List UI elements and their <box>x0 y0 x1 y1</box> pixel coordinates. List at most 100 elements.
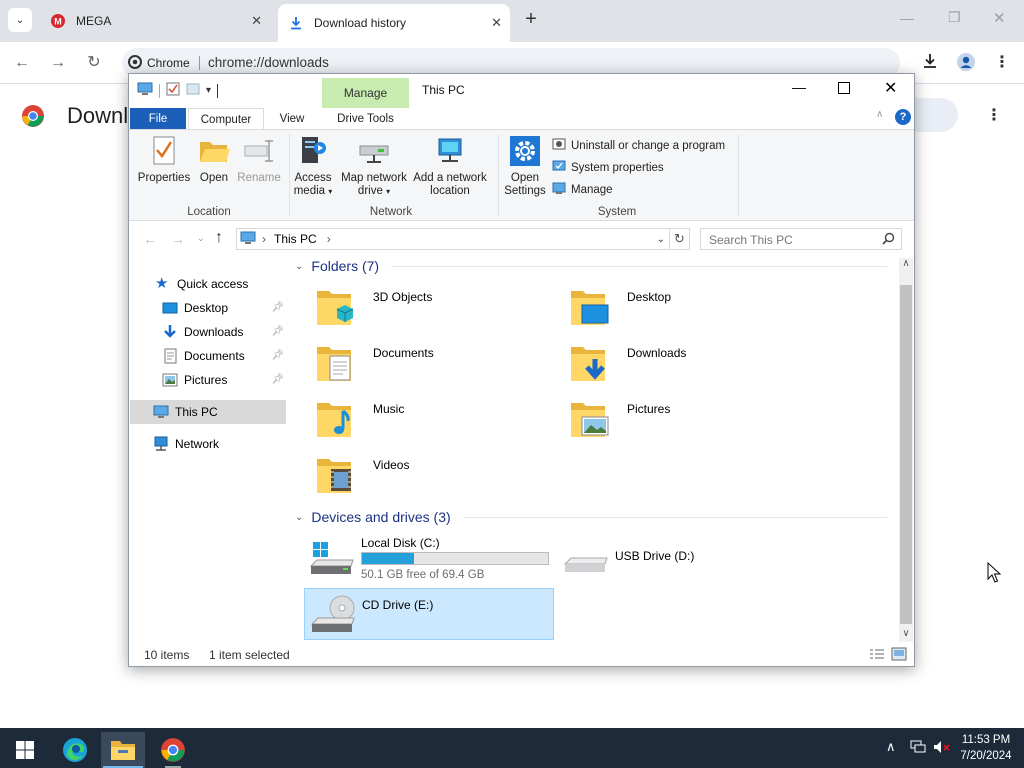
status-selection: 1 item selected <box>209 648 290 662</box>
drive-cd-e-selected[interactable]: CD Drive (E:) <box>304 588 554 640</box>
nav-this-pc[interactable]: This PC <box>153 401 218 423</box>
drive-c-usage-bar <box>361 552 549 565</box>
local-disk-icon <box>307 540 355 583</box>
tab-computer[interactable]: Computer <box>188 108 264 130</box>
close-icon[interactable]: ✕ <box>491 15 502 31</box>
folder-desktop[interactable]: Desktop <box>569 285 819 335</box>
nav-documents[interactable]: Documents 📌︎ <box>162 345 284 367</box>
nav-quick-access[interactable]: ★ Quick access <box>155 273 248 295</box>
properties-button[interactable]: Properties <box>137 134 191 185</box>
reload-button[interactable]: ↻ <box>84 53 104 73</box>
nav-downloads[interactable]: Downloads 📌︎ <box>162 321 284 343</box>
desktop-folder-icon <box>569 285 611 329</box>
scroll-up-arrow[interactable]: ∧ <box>899 258 913 272</box>
manage-context-tab[interactable]: Manage <box>322 78 409 108</box>
minimize-button[interactable]: — <box>900 10 914 26</box>
downloads-button[interactable] <box>920 53 940 73</box>
properties-icon[interactable] <box>166 82 180 99</box>
tab-search-button[interactable]: ⌄ <box>8 8 32 32</box>
folder-downloads[interactable]: Downloads <box>569 341 819 391</box>
mega-icon: M <box>50 13 66 29</box>
back-button[interactable]: ← <box>12 53 32 73</box>
tab-file[interactable]: File <box>130 108 186 130</box>
content-scrollbar[interactable]: ∧ ∨ <box>899 258 913 642</box>
drive-usb-d[interactable]: USB Drive (D:) <box>561 534 811 582</box>
new-tab-button[interactable]: + <box>520 9 542 31</box>
rename-button[interactable]: Rename <box>235 134 283 185</box>
network-group-label: Network <box>369 206 413 218</box>
folders-section-header[interactable]: ⌄ Folders (7) <box>295 258 379 274</box>
refresh-button[interactable]: ↻ <box>670 228 690 250</box>
new-folder-icon[interactable] <box>186 82 200 99</box>
forward-nav-button[interactable]: → <box>171 231 185 247</box>
system-properties-link[interactable]: System properties <box>552 159 664 176</box>
file-explorer-taskbar-button[interactable] <box>101 732 145 768</box>
3d-objects-icon <box>315 285 357 329</box>
svg-text:M: M <box>54 17 62 27</box>
add-network-location-button[interactable]: Add a network location <box>411 134 489 198</box>
location-group-label: Location <box>187 206 231 218</box>
network-location-icon <box>433 134 467 168</box>
system-group-label: System <box>597 206 637 218</box>
close-icon[interactable]: ✕ <box>251 13 262 29</box>
file-explorer-window[interactable]: ▾ Manage This PC — ✕ File Computer View … <box>128 73 915 667</box>
devices-section-header[interactable]: ⌄ Devices and drives (3) <box>295 509 451 525</box>
volume-muted-icon[interactable] <box>933 740 951 757</box>
restore-button[interactable]: ❐ <box>948 9 961 26</box>
scroll-down-arrow[interactable]: ∨ <box>899 628 913 642</box>
help-icon[interactable]: ? <box>895 109 911 125</box>
search-input[interactable]: Search This PC <box>700 228 902 250</box>
folder-music[interactable]: Music <box>315 397 565 447</box>
explorer-minimize-button[interactable]: — <box>792 79 806 95</box>
tab-mega[interactable]: M MEGA ✕ <box>40 4 270 38</box>
show-hidden-icons-button[interactable]: ∧ <box>886 739 896 755</box>
network-status-icon[interactable] <box>910 740 926 757</box>
pin-icon: 📌︎ <box>271 302 284 313</box>
address-bar[interactable]: › This PC › ⌄ <box>236 228 670 250</box>
start-button[interactable] <box>3 732 47 768</box>
folder-videos[interactable]: Videos <box>315 453 565 503</box>
nav-network[interactable]: Network <box>153 433 219 455</box>
nav-desktop[interactable]: Desktop 📌︎ <box>162 297 284 319</box>
recent-locations-icon[interactable]: ⌄ <box>197 233 205 244</box>
open-button[interactable]: Open <box>195 134 233 185</box>
details-view-icon[interactable] <box>869 648 885 663</box>
ribbon-collapse-icon[interactable]: ∧ <box>876 109 883 120</box>
forward-button[interactable]: → <box>48 53 68 73</box>
folder-documents[interactable]: Documents <box>315 341 565 391</box>
edge-taskbar-button[interactable] <box>53 732 97 768</box>
breadcrumb-this-pc[interactable]: This PC <box>274 232 317 246</box>
close-window-button[interactable]: ✕ <box>993 9 1006 27</box>
back-nav-button[interactable]: ← <box>143 231 157 247</box>
uninstall-program-link[interactable]: Uninstall or change a program <box>552 137 725 154</box>
address-dropdown-icon[interactable]: ⌄ <box>657 234 665 245</box>
folder-pictures[interactable]: Pictures <box>569 397 819 447</box>
explorer-maximize-button[interactable] <box>838 82 850 94</box>
tab-download-history[interactable]: Download history ✕ <box>278 4 510 42</box>
tab-view[interactable]: View <box>269 108 315 130</box>
drive-local-disk-c[interactable]: Local Disk (C:) 50.1 GB free of 69.4 GB <box>307 534 557 582</box>
tab-drive-tools[interactable]: Drive Tools <box>322 108 409 130</box>
clock[interactable]: 11:53 PM 7/20/2024 <box>955 732 1017 764</box>
map-network-drive-button[interactable]: Map network drive ▾ <box>337 134 411 198</box>
windows-logo-icon <box>16 741 34 759</box>
large-icons-view-icon[interactable] <box>891 647 907 664</box>
folder-3d-objects[interactable]: 3D Objects <box>315 285 565 335</box>
chevron-down-icon: ⌄ <box>295 260 304 272</box>
clock-time: 11:53 PM <box>961 734 1011 746</box>
page-menu-icon[interactable]: ⋮ <box>986 105 1002 125</box>
explorer-close-button[interactable]: ✕ <box>884 78 897 98</box>
profile-avatar[interactable] <box>956 53 976 73</box>
access-media-button[interactable]: Access media ▾ <box>291 134 335 198</box>
computer-icon[interactable] <box>137 82 153 99</box>
network-drive-icon <box>357 134 391 168</box>
chrome-taskbar-button[interactable] <box>151 732 195 768</box>
customize-arrow-icon[interactable]: ▾ <box>206 85 211 96</box>
chrome-logo-icon <box>21 104 45 131</box>
menu-icon[interactable]: ⋮ <box>992 53 1012 73</box>
open-settings-button[interactable]: Open Settings <box>501 134 549 198</box>
manage-link[interactable]: Manage <box>552 181 613 198</box>
up-nav-button[interactable]: ↑ <box>215 229 223 247</box>
nav-pictures[interactable]: Pictures 📌︎ <box>162 369 284 391</box>
scroll-thumb[interactable] <box>900 285 912 624</box>
